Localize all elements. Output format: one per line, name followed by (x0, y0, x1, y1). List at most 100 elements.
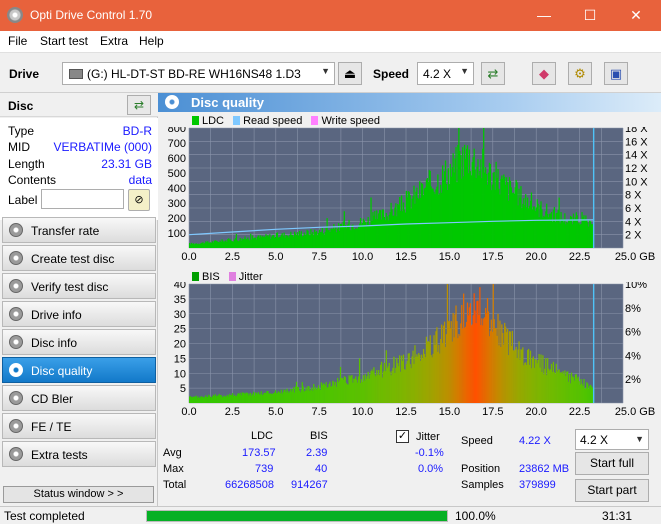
nav-create-test-disc[interactable]: Create test disc (2, 245, 156, 271)
start-part-button[interactable]: Start part (575, 479, 649, 502)
menu-extra[interactable]: Extra (100, 34, 128, 48)
ldc-chart: 0.0 2.5 5.0 7.5 10.0 12.5 15.0 17.5 20.0 22.5 25.0… (168, 127, 656, 262)
speed-label: Speed (373, 67, 410, 81)
y-tick-label: 30 (174, 309, 186, 321)
x-tick-label: 0.0 (181, 251, 196, 262)
bis-swatch (192, 272, 199, 281)
disc-icon (9, 363, 23, 377)
nav-verify-test-disc[interactable]: Verify test disc (2, 273, 156, 299)
jitter-checkbox[interactable]: ✓ (396, 430, 409, 443)
read-speed-swatch (233, 116, 241, 125)
stats-total-bis: 914267 (291, 479, 328, 491)
y-tick-label: 15 (174, 353, 186, 365)
nav-disc-quality[interactable]: Disc quality (2, 357, 156, 383)
speed-value-stat: 4.22 X (519, 435, 551, 447)
y-tick-label: 700 (168, 138, 186, 150)
chevron-down-icon: ▼ (321, 66, 330, 76)
menu-start-test[interactable]: Start test (40, 34, 88, 48)
legend-read-speed: Read speed (243, 115, 303, 127)
x-tick-label: 2.5 (225, 406, 240, 418)
y2-tick-label: 2% (625, 374, 641, 386)
nav-cd-bler[interactable]: CD Bler (2, 385, 156, 411)
settings-button[interactable]: ⚙ (568, 62, 592, 85)
disc-icon (9, 391, 23, 405)
close-button[interactable]: ✕ (613, 0, 659, 31)
y-tick-label: 25 (174, 324, 186, 336)
stats-total-ldc: 66268508 (225, 479, 274, 491)
disc-contents-label: Contents (8, 173, 57, 187)
eject-button[interactable]: ⏏ (338, 62, 362, 85)
x-tick-label: 12.5 (395, 406, 416, 418)
y2-tick-label: 16 X (625, 136, 648, 148)
x-tick-label: 5.0 (268, 406, 283, 418)
menu-file[interactable]: File (8, 34, 27, 48)
nav-label: Create test disc (31, 252, 115, 266)
stats-col-jitter: Jitter (416, 431, 440, 443)
speed-select[interactable]: 4.2 X ▼ (417, 62, 474, 85)
y-tick-label: 600 (168, 153, 186, 165)
app-disc-icon (7, 7, 23, 23)
start-full-button[interactable]: Start full (575, 452, 649, 475)
disc-quality-panel: Disc quality LDC Read speed Write speed … (158, 93, 661, 506)
nav-label: CD Bler (31, 392, 74, 406)
test-speed-value: 4.2 X (580, 433, 609, 447)
maximize-button[interactable]: ☐ (567, 0, 613, 31)
ldc-swatch (192, 116, 199, 125)
disc-label-apply-button[interactable]: ⊘ (128, 189, 150, 211)
save-button[interactable]: ▣ (604, 62, 628, 85)
disc-header: Disc ⇄ (0, 93, 158, 117)
drive-select[interactable]: (G:) HL-DT-ST BD-RE WH16NS48 1.D3 ▼ (62, 62, 335, 85)
nav-label: Verify test disc (31, 280, 109, 294)
disc-label-input[interactable] (41, 189, 124, 209)
status-bar: Test completed 100.0% 31:31 (0, 506, 661, 524)
y2-tick-label: 6% (625, 327, 641, 339)
stats-total-label: Total (163, 479, 187, 491)
y2-tick-label: 18 X (625, 127, 648, 135)
disc-quality-icon (165, 95, 179, 109)
drive-label: Drive (9, 67, 40, 81)
disc-label-label: Label (8, 193, 38, 207)
refresh-speed-button[interactable]: ⇄ (481, 62, 505, 85)
x-tick-label: 7.5 (312, 406, 327, 418)
disc-mid-label: MID (8, 140, 30, 154)
disc-icon (9, 223, 23, 237)
window-title: Opti Drive Control 1.70 (30, 8, 153, 22)
nav-label: Transfer rate (31, 224, 100, 238)
x-tick-label: 22.5 (569, 406, 590, 418)
disc-contents-value: data (128, 173, 152, 187)
stats-col-ldc: LDC (251, 430, 274, 442)
disc-mid-value: VERBATIMe (000) (53, 140, 152, 154)
y-tick-label: 20 (174, 339, 186, 351)
test-speed-select[interactable]: 4.2 X ▼ (575, 429, 649, 450)
bis-chart: 0.0 2.5 5.0 7.5 10.0 12.5 15.0 17.5 20.0 22.5 25.0… (174, 282, 655, 418)
disc-type-value: BD-R (122, 124, 152, 138)
nav-extra-tests[interactable]: Extra tests (2, 441, 156, 467)
x-tick-label: 10.0 (352, 251, 373, 262)
x-tick-label: 0.0 (181, 406, 196, 418)
nav-fe-te[interactable]: FE / TE (2, 413, 156, 439)
x-tick-label: 20.0 (525, 251, 546, 262)
y2-tick-label: 2 X (625, 230, 642, 242)
nav-disc-info[interactable]: Disc info (2, 329, 156, 355)
minimize-button[interactable]: — (521, 0, 567, 31)
x-tick-label: 17.5 (482, 406, 503, 418)
samples-value: 379899 (519, 479, 556, 491)
disc-icon (9, 419, 23, 433)
y-tick-label: 200 (168, 213, 186, 225)
x-tick-label: 12.5 (395, 251, 416, 262)
disc-length-value: 23.31 GB (101, 157, 152, 171)
menu-bar: File Start test Extra Help (0, 31, 661, 52)
erase-button[interactable]: ◆ (532, 62, 556, 85)
nav-label: Disc quality (31, 364, 93, 378)
drive-value: (G:) HL-DT-ST BD-RE WH16NS48 1.D3 (87, 67, 301, 81)
status-window-button[interactable]: Status window > > (3, 486, 154, 503)
y2-tick-label: 10% (625, 282, 647, 291)
disc-refresh-button[interactable]: ⇄ (127, 95, 151, 115)
y2-tick-label: 6 X (625, 203, 642, 215)
nav-transfer-rate[interactable]: Transfer rate (2, 217, 156, 243)
menu-help[interactable]: Help (139, 34, 164, 48)
y-tick-label: 800 (168, 127, 186, 135)
nav-drive-info[interactable]: Drive info (2, 301, 156, 327)
write-speed-swatch (311, 116, 319, 125)
progress-percent: 100.0% (455, 509, 496, 523)
